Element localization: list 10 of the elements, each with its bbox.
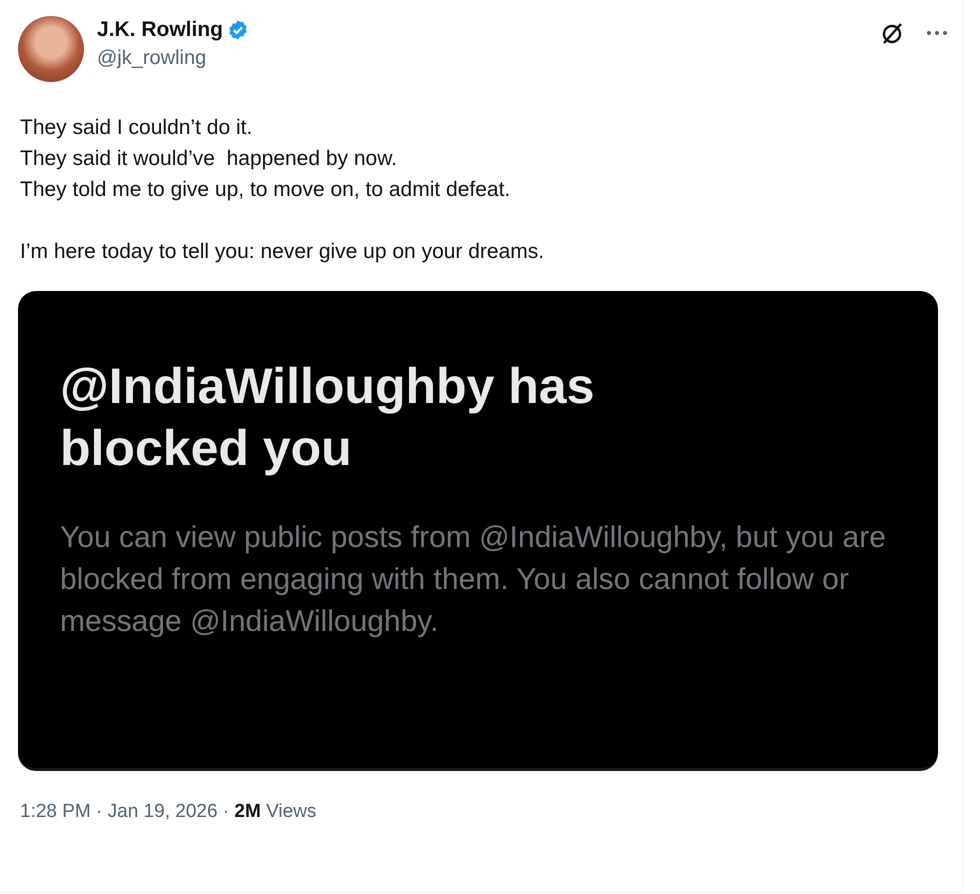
post-text-line: I’m here today to tell you: never give up on your dreams. bbox=[20, 239, 546, 265]
more-icon[interactable] bbox=[926, 30, 948, 36]
post-text-line: They said it would’ve happened by now. bbox=[20, 146, 398, 172]
blocked-heading: @IndiaWilloughby has blocked you bbox=[60, 357, 596, 478]
post-text-line: They told me to give up, to move on, to admit defeat. bbox=[20, 177, 512, 203]
author-handle[interactable]: @jk_rowling bbox=[97, 47, 249, 70]
blocked-message: You can view public posts from @IndiaWilloughby, but you are blocked from engaging with them. You also cannot follow or message @IndiaWilloughby. bbox=[60, 520, 887, 640]
post-text-line: They said I couldn’t do it. bbox=[20, 115, 254, 141]
author-name[interactable]: J.K. Rowling bbox=[97, 18, 223, 42]
post-timestamp: 1:28 PM · Jan 19, 2026 · 2M Views bbox=[19, 801, 318, 823]
